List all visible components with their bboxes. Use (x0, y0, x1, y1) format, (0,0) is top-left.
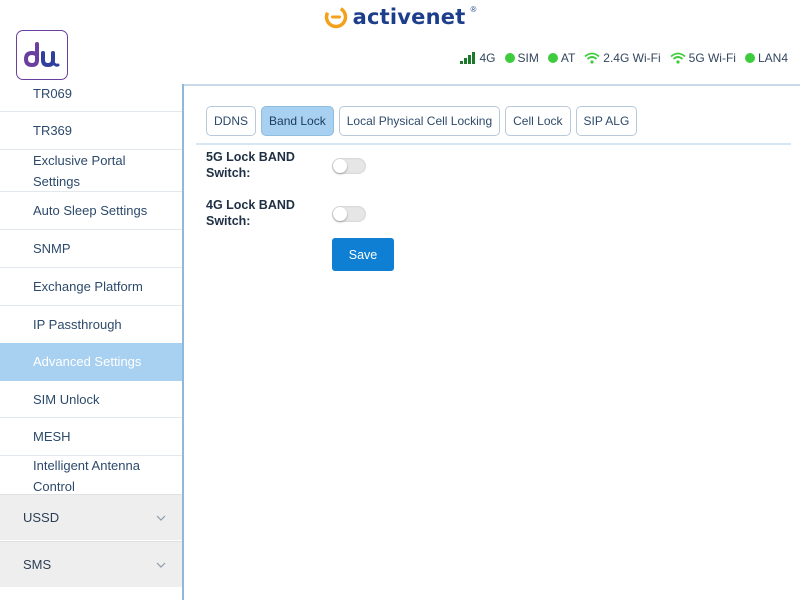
green-dot-icon (504, 53, 515, 63)
sidebar-item-auto-sleep-settings[interactable]: Auto Sleep Settings (0, 192, 182, 230)
wifi-icon (670, 52, 686, 64)
status-4g: 4G (460, 51, 496, 65)
status-wifi-5g: 5G Wi-Fi (670, 51, 736, 65)
sidebar-item-ip-passthrough[interactable]: IP Passthrough (0, 306, 182, 344)
lock-5g-band-toggle[interactable] (332, 158, 366, 174)
green-dot-icon (547, 53, 558, 63)
du-logo[interactable] (16, 30, 68, 80)
tab-label: Local Physical Cell Locking (346, 114, 493, 128)
main-content: DDNS Band Lock Local Physical Cell Locki… (186, 86, 800, 600)
lock-4g-band-toggle[interactable] (332, 206, 366, 222)
sidebar-group-label: USSD (23, 510, 60, 525)
status-label-at: AT (560, 51, 576, 65)
sidebar-item-snmp[interactable]: SNMP (0, 230, 182, 268)
tab-bar: DDNS Band Lock Local Physical Cell Locki… (206, 106, 638, 136)
sidebar-item-exclusive-portal-settings[interactable]: Exclusive Portal Settings (0, 150, 182, 192)
sidebar: TR069 TR369 Exclusive Portal Settings Au… (0, 84, 184, 600)
activenet-brand: activenet ® (0, 4, 800, 30)
sidebar-item-label: SIM Unlock (33, 391, 100, 407)
status-label-wifi-24g: 2.4G Wi-Fi (603, 51, 661, 65)
du-logo-icon (23, 42, 60, 68)
status-sim: SIM (504, 51, 539, 65)
sidebar-item-label: TR369 (33, 123, 73, 138)
wifi-icon (584, 52, 600, 64)
sidebar-item-intelligent-antenna-control[interactable]: Intelligent Antenna Control (0, 456, 182, 496)
green-dot-icon (744, 53, 755, 63)
status-wifi-24g: 2.4G Wi-Fi (584, 51, 661, 65)
tab-label: Band Lock (269, 114, 326, 128)
brand-name: activenet (352, 5, 466, 29)
status-label-wifi-5g: 5G Wi-Fi (688, 51, 736, 65)
tab-sip-alg[interactable]: SIP ALG (575, 106, 638, 136)
lock-5g-band-label: 5G Lock BAND Switch: (206, 150, 295, 180)
sidebar-item-label: Exclusive Portal Settings (33, 152, 126, 189)
sidebar-item-label: IP Passthrough (33, 317, 122, 332)
sidebar-item-label: Advanced Settings (33, 354, 142, 369)
tab-ddns[interactable]: DDNS (206, 106, 257, 136)
sidebar-group-label: SMS (23, 557, 52, 572)
tab-local-physical-cell-locking[interactable]: Local Physical Cell Locking (338, 106, 501, 136)
sidebar-item-label: Auto Sleep Settings (33, 203, 148, 218)
activenet-logo-icon (324, 5, 347, 29)
sidebar-item-tr069[interactable]: TR069 (0, 84, 182, 112)
registered-mark: ® (470, 4, 477, 14)
sidebar-item-exchange-platform[interactable]: Exchange Platform (0, 268, 182, 306)
sidebar-group-ussd[interactable]: USSD (0, 494, 182, 540)
sidebar-item-label: TR069 (33, 86, 73, 101)
tabs-divider (196, 143, 791, 145)
status-lan4: LAN4 (744, 51, 788, 65)
status-bar: 4G SIM AT 2.4G Wi-Fi 5G Wi-Fi LAN4 (460, 50, 788, 66)
sidebar-item-label: MESH (33, 429, 71, 444)
save-button[interactable]: Save (332, 238, 394, 271)
sidebar-item-mesh[interactable]: MESH (0, 418, 182, 456)
status-at: AT (547, 51, 576, 65)
header: 4G SIM AT 2.4G Wi-Fi 5G Wi-Fi LAN4 (0, 30, 800, 86)
toggle-knob (333, 207, 347, 221)
toggle-knob (333, 159, 347, 173)
status-label-lan4: LAN4 (757, 51, 788, 65)
tab-label: SIP ALG (583, 114, 630, 128)
sidebar-item-advanced-settings[interactable]: Advanced Settings (0, 343, 182, 381)
sidebar-item-tr369[interactable]: TR369 (0, 112, 182, 150)
tab-label: Cell Lock (513, 114, 563, 128)
sidebar-item-sim-unlock[interactable]: SIM Unlock (0, 381, 182, 418)
tab-cell-lock[interactable]: Cell Lock (505, 106, 571, 136)
signal-bars-icon (460, 52, 476, 64)
chevron-down-icon (156, 562, 166, 568)
sidebar-group-sms[interactable]: SMS (0, 541, 182, 587)
status-label-sim: SIM (517, 51, 539, 65)
tab-label: DDNS (214, 114, 249, 128)
sidebar-item-label: Exchange Platform (33, 279, 143, 294)
sidebar-item-label: Intelligent Antenna Control (33, 458, 140, 494)
tab-band-lock[interactable]: Band Lock (261, 106, 334, 136)
status-label-4g: 4G (479, 51, 496, 65)
lock-4g-band-label: 4G Lock BAND Switch: (206, 198, 295, 228)
chevron-down-icon (156, 515, 166, 521)
sidebar-item-label: SNMP (33, 241, 71, 256)
